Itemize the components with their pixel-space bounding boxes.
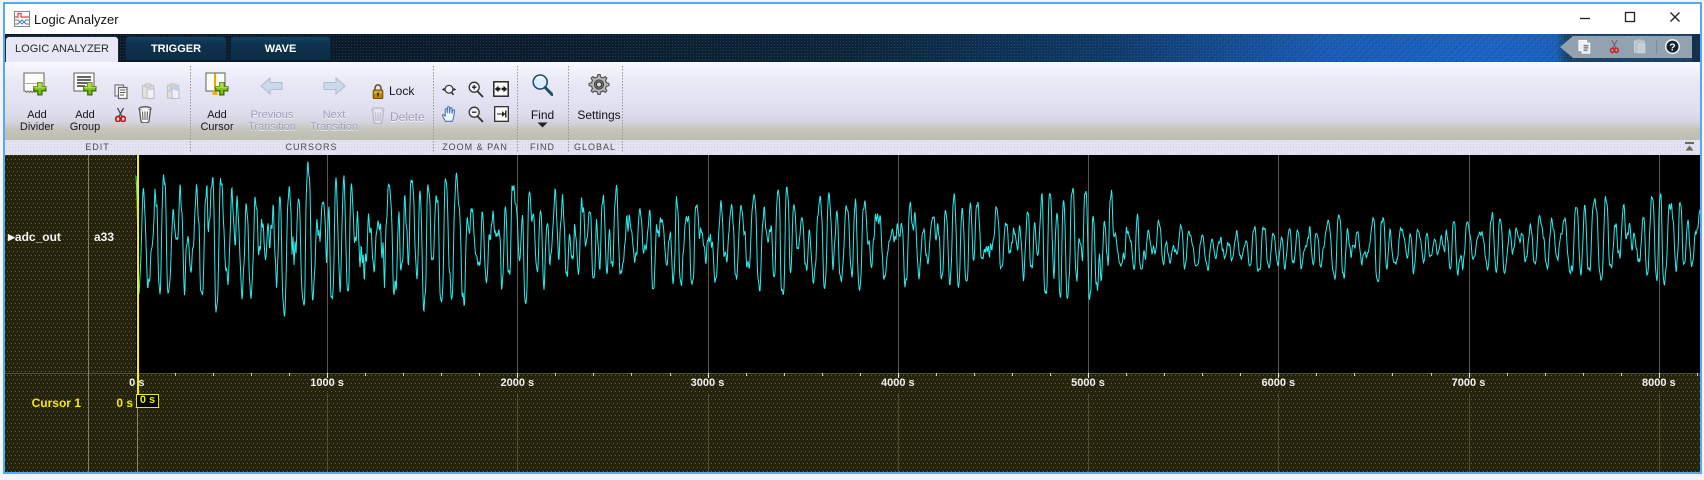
svg-text:?: ? (1669, 42, 1675, 54)
